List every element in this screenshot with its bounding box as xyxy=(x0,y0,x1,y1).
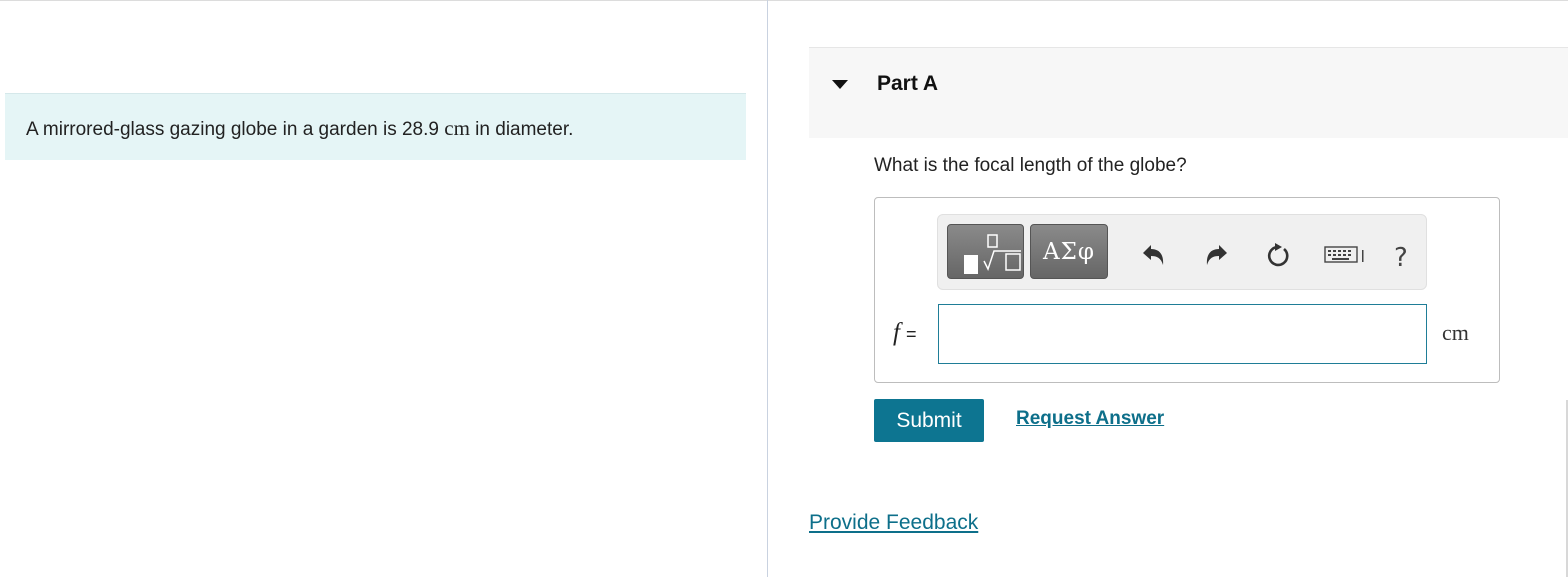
collapse-caret-icon[interactable] xyxy=(832,80,848,89)
math-toolbar: ΑΣφ ? xyxy=(937,214,1427,290)
answer-unit: cm xyxy=(1442,320,1469,345)
diameter-value: 28.9 xyxy=(401,119,439,140)
problem-intro-panel: A mirrored-glass gazing globe in a garde… xyxy=(5,93,746,160)
intro-before: A mirrored-glass gazing globe in a garde… xyxy=(26,119,402,140)
reset-icon[interactable] xyxy=(1264,243,1290,269)
intro-after: in diameter. xyxy=(469,119,574,140)
question-text: What is the focal length of the globe? xyxy=(874,155,1187,176)
request-answer-link[interactable]: Request Answer xyxy=(1016,408,1164,430)
templates-fraction-root-icon xyxy=(964,234,1021,274)
answer-variable-label: f = xyxy=(893,319,916,347)
provide-feedback-link[interactable]: Provide Feedback xyxy=(809,511,978,535)
submit-button[interactable]: Submit xyxy=(874,399,984,442)
symbols-label: ΑΣφ xyxy=(1043,239,1095,265)
part-a-header[interactable]: Part A xyxy=(809,47,1568,138)
pane-divider xyxy=(767,0,768,577)
symbols-button[interactable]: ΑΣφ xyxy=(1030,224,1108,279)
diameter-unit: cm xyxy=(444,116,470,140)
help-button[interactable]: ? xyxy=(1394,243,1408,273)
top-border xyxy=(0,0,1568,1)
problem-intro-text: A mirrored-glass gazing globe in a garde… xyxy=(26,116,573,141)
variable-symbol: f xyxy=(893,319,900,346)
answer-input[interactable] xyxy=(938,304,1427,364)
equals-sign: = xyxy=(905,324,917,344)
undo-icon[interactable] xyxy=(1140,243,1166,267)
redo-icon[interactable] xyxy=(1204,243,1230,267)
keyboard-icon[interactable] xyxy=(1324,243,1368,265)
templates-button[interactable] xyxy=(947,224,1024,279)
part-title: Part A xyxy=(877,72,939,95)
